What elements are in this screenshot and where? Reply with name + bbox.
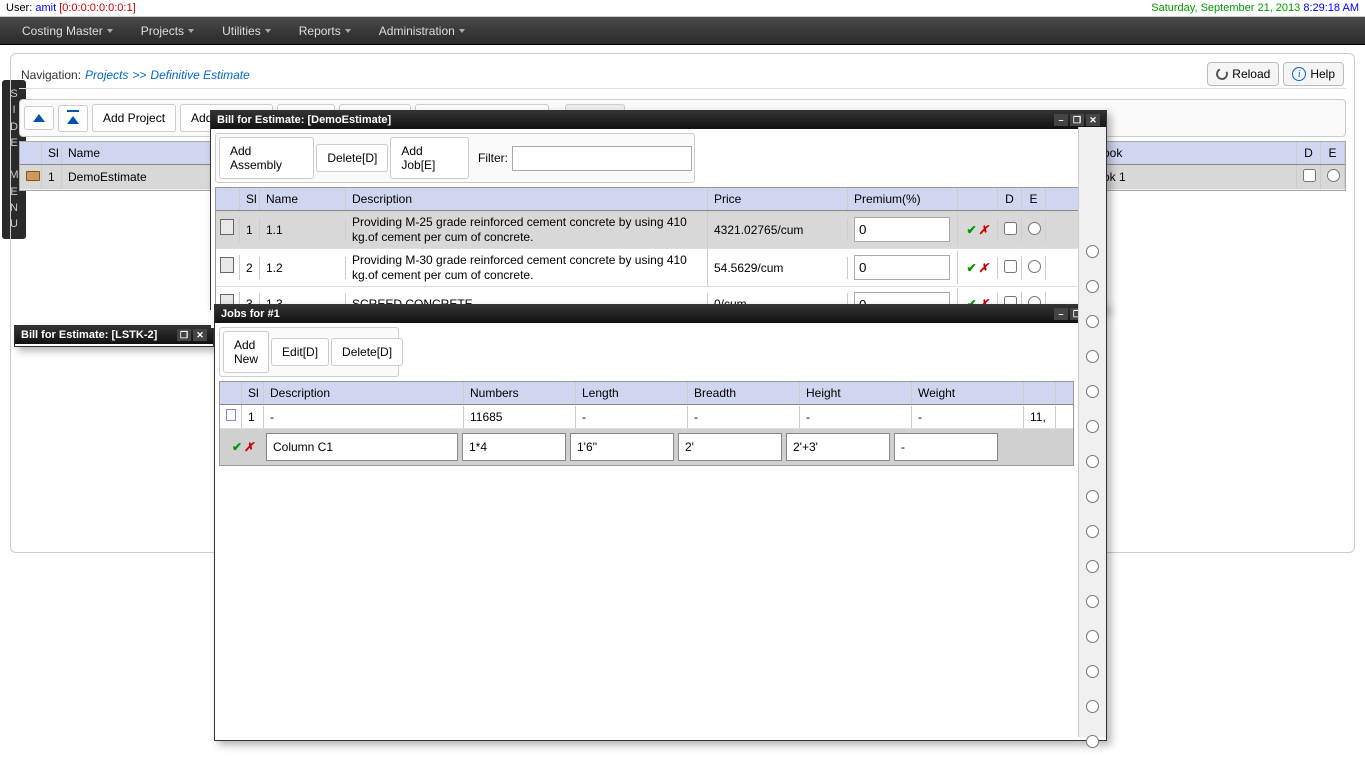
x-icon[interactable]: ✗ — [244, 440, 254, 454]
menu-projects[interactable]: Projects — [127, 18, 208, 44]
add-assembly-button[interactable]: Add Assembly — [219, 137, 314, 179]
x-icon[interactable]: ✗ — [979, 223, 989, 237]
chevron-down-icon — [345, 29, 351, 33]
dialog-title: Jobs for #1 — [221, 308, 280, 320]
col-e: E — [1321, 142, 1345, 164]
description-input[interactable] — [266, 433, 458, 461]
up-button[interactable] — [24, 106, 54, 130]
menu-administration[interactable]: Administration — [365, 18, 479, 44]
filter-label: Filter: — [478, 151, 508, 165]
user-name: amit — [35, 2, 56, 14]
restore-icon[interactable]: ❐ — [177, 329, 191, 341]
reload-icon — [1215, 66, 1230, 81]
chevron-down-icon — [188, 29, 194, 33]
breadcrumb-definitive-estimate[interactable]: Definitive Estimate — [150, 68, 249, 82]
row-radio[interactable] — [1086, 700, 1099, 713]
delete-button[interactable]: Delete[D] — [316, 144, 388, 172]
premium-input[interactable] — [854, 255, 950, 280]
user-label: User: — [6, 2, 32, 14]
row-delete-checkbox[interactable] — [1303, 169, 1316, 182]
row-radio[interactable] — [1086, 315, 1099, 328]
close-icon[interactable]: ✕ — [1086, 114, 1100, 126]
edit-row: ✔✗ — [220, 429, 1073, 465]
copy-icon — [222, 259, 234, 273]
check-icon[interactable]: ✔ — [966, 261, 976, 275]
page-icon — [226, 409, 236, 421]
add-project-button[interactable]: Add Project — [92, 104, 176, 132]
add-job-button[interactable]: Add Job[E] — [390, 137, 469, 179]
edit-button[interactable]: Edit[D] — [271, 338, 329, 366]
col-book: ook — [1097, 142, 1297, 164]
row-e-radio[interactable] — [1028, 222, 1041, 235]
help-button[interactable]: iHelp — [1283, 62, 1344, 86]
restore-icon[interactable]: ❐ — [1070, 114, 1084, 126]
height-input[interactable] — [786, 433, 890, 461]
minimize-icon[interactable]: – — [1054, 114, 1068, 126]
filter-input[interactable] — [512, 146, 692, 171]
row-e-radio[interactable] — [1028, 260, 1041, 273]
arrow-top-icon — [67, 110, 79, 127]
numbers-input[interactable] — [462, 433, 566, 461]
row-radio[interactable] — [1086, 630, 1099, 643]
chevron-down-icon — [265, 29, 271, 33]
chevron-down-icon — [107, 29, 113, 33]
dialog-lstk[interactable]: Bill for Estimate: [LSTK-2] ❐ ✕ — [14, 325, 214, 347]
top-button[interactable] — [58, 105, 88, 132]
row-d-checkbox[interactable] — [1004, 222, 1017, 235]
row-radio[interactable] — [1086, 350, 1099, 363]
menu-reports[interactable]: Reports — [285, 18, 365, 44]
breadcrumb-projects[interactable]: Projects — [85, 68, 128, 82]
row-radio[interactable] — [1086, 385, 1099, 398]
row-radio[interactable] — [1086, 420, 1099, 433]
reload-button[interactable]: Reload — [1207, 62, 1279, 86]
row-radio[interactable] — [1086, 560, 1099, 573]
row-radio[interactable] — [1086, 665, 1099, 678]
col-d: D — [1297, 142, 1321, 164]
radio-column — [1078, 127, 1106, 737]
premium-input[interactable] — [854, 217, 950, 242]
row-radio[interactable] — [1086, 245, 1099, 258]
weight-input[interactable] — [894, 433, 998, 461]
breadcrumb: Navigation: Projects >> Definitive Estim… — [19, 62, 1346, 89]
top-bar: User: amit [0:0:0:0:0:0:0:1] Saturday, S… — [0, 0, 1365, 17]
dialog-bill: Bill for Estimate: [DemoEstimate] – ❐ ✕ … — [210, 110, 1107, 310]
row-edit-radio[interactable] — [1327, 169, 1340, 182]
table-row[interactable]: 1 - 11685 - - - - 11, — [220, 405, 1073, 429]
menubar: Costing Master Projects Utilities Report… — [0, 17, 1365, 45]
dialog-title: Bill for Estimate: [DemoEstimate] — [217, 114, 391, 126]
length-input[interactable] — [570, 433, 674, 461]
table-row[interactable]: 2 1.2 Providing M-30 grade reinforced ce… — [216, 249, 1101, 287]
breadcrumb-sep: >> — [132, 68, 146, 82]
row-d-checkbox[interactable] — [1004, 260, 1017, 273]
dialog-jobs: Jobs for #1 – ❐ ✕ Add New Edit[D] Delete… — [214, 304, 1107, 741]
breadcrumb-label: Navigation: — [21, 68, 81, 82]
delete-button[interactable]: Delete[D] — [331, 338, 403, 366]
dialog-title: Bill for Estimate: [LSTK-2] — [21, 329, 157, 341]
add-new-button[interactable]: Add New — [223, 331, 269, 373]
row-radio[interactable] — [1086, 595, 1099, 608]
chevron-down-icon — [459, 29, 465, 33]
row-radio[interactable] — [1086, 735, 1099, 748]
current-time: 8:29:18 AM — [1303, 2, 1359, 14]
breadth-input[interactable] — [678, 433, 782, 461]
row-radio[interactable] — [1086, 280, 1099, 293]
menu-utilities[interactable]: Utilities — [208, 18, 285, 44]
close-icon[interactable]: ✕ — [193, 329, 207, 341]
table-row[interactable]: 1 1.1 Providing M-25 grade reinforced ce… — [216, 211, 1101, 249]
menu-costing-master[interactable]: Costing Master — [8, 18, 127, 44]
copy-icon — [222, 221, 234, 235]
col-sl: Sl — [42, 142, 62, 164]
row-radio[interactable] — [1086, 525, 1099, 538]
x-icon[interactable]: ✗ — [979, 261, 989, 275]
row-radio[interactable] — [1086, 490, 1099, 503]
user-ip: [0:0:0:0:0:0:0:1] — [59, 2, 135, 14]
minimize-icon[interactable]: – — [1054, 308, 1068, 320]
folder-icon — [26, 171, 40, 181]
current-date: Saturday, September 21, 2013 — [1151, 2, 1300, 14]
check-icon[interactable]: ✔ — [232, 440, 242, 454]
arrow-up-icon — [33, 114, 45, 122]
row-radio[interactable] — [1086, 455, 1099, 468]
check-icon[interactable]: ✔ — [966, 223, 976, 237]
help-icon: i — [1292, 67, 1306, 81]
